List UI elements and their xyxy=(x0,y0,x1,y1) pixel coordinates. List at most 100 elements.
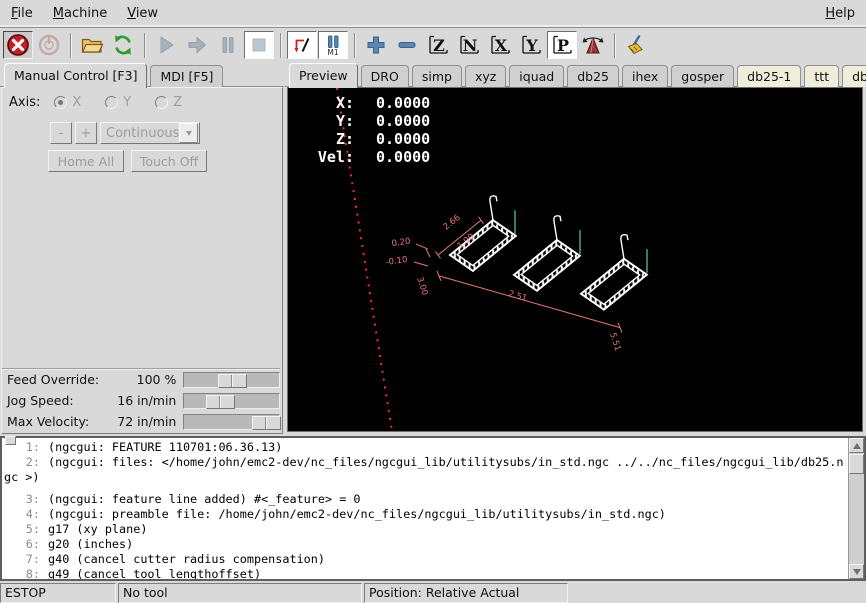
home-all-button[interactable]: Home All xyxy=(48,150,124,172)
menu-bar: File Machine View Help xyxy=(0,0,866,28)
view-y-button[interactable]: Y xyxy=(516,31,546,59)
tab-db25-2[interactable]: db25-2 xyxy=(842,65,866,87)
menu-view[interactable]: View xyxy=(125,4,160,23)
tab-mdi-f5[interactable]: MDI [F5] xyxy=(150,65,223,87)
toolbar-separator xyxy=(354,33,355,58)
radio-axis-y[interactable]: Y xyxy=(105,95,131,110)
readout-vel-label: Vel: xyxy=(302,148,354,166)
machine-power-button[interactable] xyxy=(34,31,64,59)
tab-simp[interactable]: simp xyxy=(412,65,462,87)
readout-vel-value: 0.0000 xyxy=(376,148,430,166)
jog-row: - + Continuous xyxy=(50,122,200,144)
machine-power-icon xyxy=(37,33,61,57)
step-icon xyxy=(185,33,209,57)
toolpath-hook xyxy=(490,196,497,220)
svg-text:N: N xyxy=(463,36,478,55)
jog-speed-value: 16 in/min xyxy=(115,393,177,408)
tab-iquad[interactable]: iquad xyxy=(509,65,564,87)
readout-x-label: X: xyxy=(302,94,354,112)
touch-off-button[interactable]: Touch Off xyxy=(131,150,207,172)
view-z-button[interactable]: Z xyxy=(423,31,453,59)
zoom-out-icon xyxy=(395,33,419,57)
svg-text:Y: Y xyxy=(525,36,538,55)
zoom-in-icon xyxy=(364,33,388,57)
position-readout: X:0.0000 Y:0.0000 Z:0.0000 Vel:0.0000 xyxy=(302,94,430,166)
preview-canvas[interactable]: 2.66 1.90 0.20 -0.10 3.00 2.51 5.51 X:0.… xyxy=(287,87,863,432)
radio-icon xyxy=(54,96,67,109)
dim-depth-plus: 0.20 xyxy=(391,236,411,248)
scroll-down-arrow-icon[interactable] xyxy=(849,564,864,579)
view-z-rotated-button[interactable]: N xyxy=(454,31,484,59)
menu-machine[interactable]: Machine xyxy=(51,4,109,23)
view-x-icon: X xyxy=(488,33,512,57)
stop-button[interactable] xyxy=(244,31,274,59)
tab-db25[interactable]: db25 xyxy=(567,65,619,87)
toolbar-separator xyxy=(614,33,615,58)
left-tab-bar: Manual Control [F3]MDI [F5] xyxy=(0,62,284,87)
pause-button[interactable] xyxy=(213,31,243,59)
menu-file[interactable]: File xyxy=(9,4,35,23)
jog-speed-slider[interactable] xyxy=(183,393,280,409)
reload-file-button[interactable] xyxy=(108,31,138,59)
optional-pause-button[interactable]: M1 xyxy=(318,31,348,59)
open-file-button[interactable] xyxy=(77,31,107,59)
zoom-out-button[interactable] xyxy=(392,31,422,59)
tab-dro[interactable]: DRO xyxy=(361,65,409,87)
line-number: 2: xyxy=(2,455,40,470)
axis-row: Axis: XYZ xyxy=(9,95,206,110)
tab-preview[interactable]: Preview xyxy=(289,63,358,88)
svg-text:Z: Z xyxy=(433,36,445,55)
jog-plus-button[interactable]: + xyxy=(75,122,97,144)
scrollbar-thumb[interactable] xyxy=(849,454,864,474)
max-velocity-slider[interactable] xyxy=(183,414,280,430)
readout-y-label: Y: xyxy=(302,112,354,130)
line-number: 3: xyxy=(2,492,40,507)
tab-ihex[interactable]: ihex xyxy=(622,65,668,87)
readout-z-label: Z: xyxy=(302,130,354,148)
svg-text:P: P xyxy=(557,36,569,55)
jog-increment-select[interactable]: Continuous xyxy=(100,122,200,144)
tab-db25-1[interactable]: db25-1 xyxy=(737,65,801,87)
feed-override-slider-handle[interactable] xyxy=(218,374,247,388)
preview-panel: PreviewDROsimpxyziquaddb25ihexgosperdb25… xyxy=(285,62,866,434)
clear-plot-button[interactable] xyxy=(621,31,651,59)
tab-ttt[interactable]: ttt xyxy=(804,65,839,87)
estop-button[interactable] xyxy=(3,31,33,59)
scroll-up-arrow-icon[interactable] xyxy=(849,438,864,453)
tab-gosper[interactable]: gosper xyxy=(671,65,734,87)
view-x-button[interactable]: X xyxy=(485,31,515,59)
view-y-icon: Y xyxy=(519,33,543,57)
max-velocity-slider-handle[interactable] xyxy=(252,416,281,430)
toolpath-hook xyxy=(621,235,628,259)
block-delete-button[interactable] xyxy=(287,31,317,59)
manual-control-frame: Axis: XYZ - + Continuous Home All Touch … xyxy=(1,87,283,434)
radio-axis-z[interactable]: Z xyxy=(155,95,182,110)
line-text: (ngcgui: preamble file: /home/john/emc2-… xyxy=(48,507,666,522)
zoom-in-button[interactable] xyxy=(361,31,391,59)
jog-speed-slider-handle[interactable] xyxy=(206,395,235,409)
step-button[interactable] xyxy=(182,31,212,59)
gcode-scrollbar[interactable] xyxy=(848,438,864,579)
pane-sash-grip[interactable] xyxy=(5,436,16,445)
line-number: 7: xyxy=(2,552,40,567)
tab-xyz[interactable]: xyz xyxy=(465,65,506,87)
feed-override-slider[interactable] xyxy=(183,372,280,388)
line-text: g17 (xy plane) xyxy=(48,522,147,537)
line-number: 8: xyxy=(2,567,40,581)
max-velocity-label: Max Velocity: xyxy=(2,414,115,429)
slider-block: Feed Override:100 %Jog Speed:16 in/minMa… xyxy=(2,368,280,432)
tab-manual-control-f3[interactable]: Manual Control [F3] xyxy=(4,63,147,88)
status-bar: ESTOPNo toolPosition: Relative Actual xyxy=(0,581,866,603)
menu-help[interactable]: Help xyxy=(823,4,857,23)
gcode-line: 4:(ngcgui: preamble file: /home/john/emc… xyxy=(2,507,848,522)
toolbar-separator xyxy=(280,33,281,58)
view-p-button[interactable]: P xyxy=(547,31,577,59)
gcode-listing[interactable]: 1:(ngcgui: FEATURE 110701:06.36.13)2:(ng… xyxy=(0,436,866,581)
jog-minus-button[interactable]: - xyxy=(50,122,72,144)
gcode-line: gc >) xyxy=(2,470,848,485)
run-button[interactable] xyxy=(151,31,181,59)
chevron-down-icon xyxy=(179,123,198,143)
line-text: g20 (inches) xyxy=(48,537,133,552)
radio-axis-x[interactable]: X xyxy=(54,95,81,110)
rotate-view-button[interactable] xyxy=(578,31,608,59)
